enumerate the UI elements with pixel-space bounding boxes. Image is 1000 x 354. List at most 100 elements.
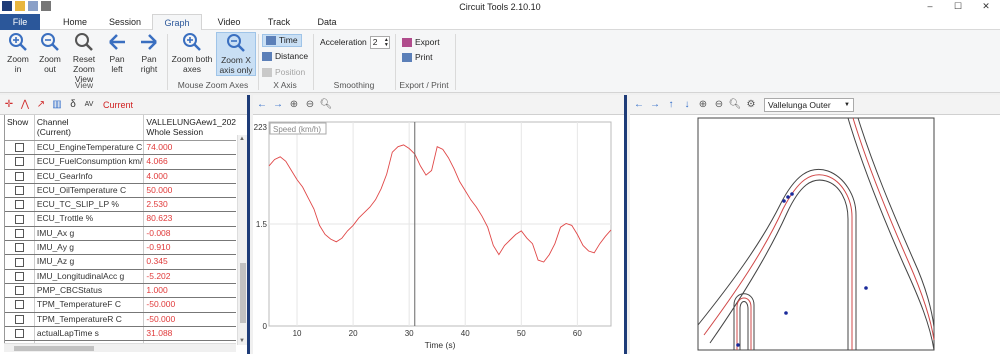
zoom-in-icon[interactable]: ⊕: [288, 99, 300, 111]
zoom-both-axes-button[interactable]: Zoom both axes: [170, 32, 214, 74]
show-checkbox[interactable]: [14, 214, 24, 224]
hscroll-thumb[interactable]: [14, 346, 94, 351]
table-row[interactable]: ECU_OilTemperature C 50.000: [5, 183, 236, 199]
settings-icon[interactable]: ⚙: [745, 99, 757, 111]
track-select[interactable]: Vallelunga Outer ▼: [764, 97, 854, 112]
show-checkbox[interactable]: [14, 186, 24, 196]
scroll-down-icon[interactable]: ▼: [239, 338, 245, 344]
ribbon: Zoom in Zoom out Reset Zoom View Pan lef…: [0, 30, 1000, 93]
tab-file[interactable]: File: [0, 14, 40, 30]
pan-left-label: Pan left: [109, 54, 125, 74]
session-column-header[interactable]: VALLELUNGAew1_2025( Whole Session: [144, 115, 236, 140]
show-checkbox[interactable]: [14, 300, 24, 310]
table-row[interactable]: actualLapTime s 31.088: [5, 326, 236, 342]
average-icon[interactable]: AV: [83, 99, 95, 111]
channel-name: ECU_FuelConsumption km/l: [35, 155, 145, 169]
show-checkbox[interactable]: [14, 271, 24, 281]
delta-icon[interactable]: δ: [67, 99, 79, 111]
print-button[interactable]: Print: [402, 51, 432, 64]
up-icon[interactable]: ↑: [665, 99, 677, 111]
zoom-in-button[interactable]: Zoom in: [4, 32, 32, 74]
xaxis-time-button[interactable]: Time: [262, 34, 302, 47]
tab-session[interactable]: Session: [102, 14, 148, 30]
zoom-out-icon[interactable]: ⊖: [713, 99, 725, 111]
table-row[interactable]: ECU_GearInfo 4.000: [5, 169, 236, 184]
acceleration-spinner[interactable]: 2 ▲ ▼: [369, 36, 390, 49]
trend-icon[interactable]: ↗: [35, 99, 47, 111]
channel-name: ECU_GearInfo: [35, 169, 145, 183]
table-row[interactable]: TPM_TemperatureF C -50.000: [5, 298, 236, 313]
back-icon[interactable]: ←: [256, 99, 268, 111]
channel-value: 74.000: [146, 142, 173, 152]
show-checkbox[interactable]: [14, 143, 24, 153]
channel-value: -50.000: [146, 313, 176, 324]
table-row[interactable]: ECU_EngineTemperature C 74.000: [5, 141, 236, 156]
separator: [167, 34, 168, 90]
tab-graph[interactable]: Graph: [152, 14, 202, 31]
scroll-up-icon[interactable]: ▲: [239, 136, 245, 142]
track-map[interactable]: [630, 115, 1000, 354]
search-icon[interactable]: 🔍︎: [320, 99, 333, 111]
show-checkbox[interactable]: [14, 171, 24, 181]
channel-column-header[interactable]: Channel (Current): [35, 115, 145, 140]
x-tick-label: 20: [349, 329, 358, 338]
column-icon[interactable]: ▥: [51, 99, 63, 111]
scroll-thumb[interactable]: [240, 263, 246, 323]
peak-icon[interactable]: ⋀: [19, 99, 31, 111]
zoom-x-axis-button[interactable]: Zoom X axis only: [216, 32, 256, 76]
graph-toolbar: ← → ⊕ ⊖ 🔍︎: [253, 95, 624, 115]
tab-track[interactable]: Track: [258, 14, 300, 30]
table-row[interactable]: IMU_Ay g -0.910: [5, 241, 236, 256]
x-tick-label: 30: [405, 329, 414, 338]
tab-data[interactable]: Data: [306, 14, 348, 30]
show-checkbox[interactable]: [14, 200, 24, 210]
channel-value: 1.000: [146, 284, 168, 295]
legend-label: Speed (km/h): [273, 125, 321, 134]
minimize-button[interactable]: –: [916, 0, 944, 13]
pan-right-button[interactable]: Pan right: [136, 32, 162, 74]
pan-left-button[interactable]: Pan left: [104, 32, 130, 74]
print-icon: [402, 53, 412, 62]
zoom-out-button[interactable]: Zoom out: [36, 32, 64, 74]
show-checkbox[interactable]: [14, 243, 24, 253]
show-cell: [5, 298, 35, 312]
show-checkbox[interactable]: [14, 286, 24, 296]
table-row[interactable]: IMU_Az g 0.345: [5, 255, 236, 270]
channel-value: -0.910: [146, 242, 171, 253]
show-checkbox[interactable]: [14, 329, 24, 338]
xaxis-position-button[interactable]: Position: [262, 66, 305, 79]
table-row[interactable]: ECU_Trottle % 80.623: [5, 212, 236, 227]
table-row[interactable]: TPM_TemperatureR C -50.000: [5, 312, 236, 327]
forward-icon[interactable]: →: [649, 99, 661, 111]
search-icon[interactable]: 🔍︎: [729, 99, 742, 111]
close-button[interactable]: ✕: [972, 0, 1000, 13]
zoom-out-icon[interactable]: ⊖: [304, 99, 316, 111]
add-marker-icon[interactable]: ✛: [3, 99, 15, 111]
table-row[interactable]: ECU_TC_SLIP_LP % 2.530: [5, 198, 236, 213]
zoom-in-icon[interactable]: ⊕: [697, 99, 709, 111]
show-checkbox[interactable]: [14, 157, 24, 167]
speed-chart[interactable]: 0 1.5 223 10 20 30 40 50 60 Time (s) Speed (km/h): [253, 115, 627, 354]
vertical-scrollbar[interactable]: ▲ ▼: [237, 135, 247, 345]
channel-name: ECU_EngineTemperature C: [35, 141, 145, 155]
tab-video[interactable]: Video: [208, 14, 250, 30]
export-button[interactable]: Export: [402, 36, 440, 49]
show-checkbox[interactable]: [14, 228, 24, 238]
show-cell: [5, 269, 35, 283]
forward-icon[interactable]: →: [272, 99, 284, 111]
table-row[interactable]: IMU_Ax g -0.008: [5, 226, 236, 242]
tab-home[interactable]: Home: [55, 14, 95, 30]
horizontal-scrollbar[interactable]: [4, 343, 236, 352]
xaxis-distance-button[interactable]: Distance: [262, 50, 308, 63]
reset-zoom-button[interactable]: Reset Zoom View: [68, 32, 100, 84]
down-icon[interactable]: ↓: [681, 99, 693, 111]
show-column-header[interactable]: Show: [5, 115, 35, 140]
maximize-button[interactable]: ☐: [944, 0, 972, 13]
table-row[interactable]: PMP_CBCStatus 1.000: [5, 283, 236, 299]
table-row[interactable]: ECU_FuelConsumption km/l 4.066: [5, 155, 236, 170]
show-checkbox[interactable]: [14, 314, 24, 324]
back-icon[interactable]: ←: [633, 99, 645, 111]
table-row[interactable]: IMU_LongitudinalAcc g -5.202: [5, 269, 236, 284]
y-tick-label: 223: [254, 123, 268, 132]
show-checkbox[interactable]: [14, 257, 24, 267]
